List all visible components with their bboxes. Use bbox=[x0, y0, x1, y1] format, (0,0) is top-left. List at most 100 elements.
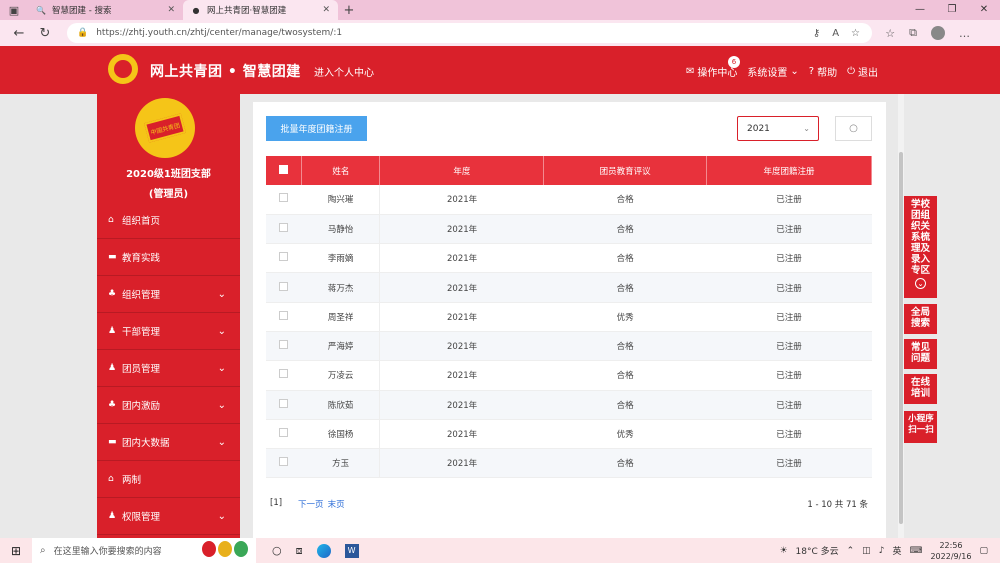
settings-menu[interactable]: 系统设置 ⌄ bbox=[747, 64, 798, 79]
cell-evaluation: 合格 bbox=[543, 243, 707, 274]
league-logo[interactable] bbox=[108, 54, 138, 84]
sidebar-item-incentive[interactable]: ♣ 团内激励 ⌄ bbox=[97, 387, 240, 424]
more-icon[interactable]: … bbox=[959, 27, 970, 40]
row-checkbox[interactable] bbox=[279, 281, 289, 291]
sidebar-item-bigdata[interactable]: ▬ 团内大数据 ⌄ bbox=[97, 424, 240, 461]
cell-year: 2021年 bbox=[379, 302, 544, 332]
ime-indicator[interactable]: 英 bbox=[892, 544, 901, 557]
float-zone-button[interactable]: 学校团组织关系梳理及录入专区 ⌄ bbox=[904, 196, 937, 298]
sidebar-item-home[interactable]: ⌂ 组织首页 bbox=[97, 202, 240, 239]
cell-registration: 已注册 bbox=[706, 390, 872, 420]
system-tray: ☀ 18°C 多云 ⌃ ◫ ♪ 英 ⌨ 22:56 2022/9/16 ▢ bbox=[779, 538, 988, 563]
tab-actions-icon[interactable]: ▣ bbox=[0, 0, 28, 20]
logout-link[interactable]: ⏻ 退出 bbox=[847, 64, 878, 79]
op-center-link[interactable]: ✉ 操作中心 6 bbox=[686, 56, 740, 79]
weather-text[interactable]: 18°C 多云 bbox=[796, 544, 839, 557]
org-role: (管理员) bbox=[148, 189, 189, 200]
collections-icon[interactable]: ⧉ bbox=[909, 26, 917, 40]
favorites-icon[interactable]: ☆ bbox=[885, 27, 895, 40]
back-icon[interactable]: ← bbox=[6, 26, 32, 41]
cell-evaluation: 合格 bbox=[543, 448, 707, 479]
notification-icon[interactable]: ▢ bbox=[979, 546, 988, 556]
url-field[interactable]: 🔒 https://zhtj.youth.cn/zhtj/center/mana… bbox=[67, 23, 872, 43]
row-checkbox[interactable] bbox=[279, 252, 289, 262]
personal-center-link[interactable]: 进入个人中心 bbox=[314, 64, 374, 79]
refresh-icon[interactable]: ↻ bbox=[32, 26, 58, 41]
last-page-link[interactable]: 末页 bbox=[328, 498, 345, 510]
col-header-registration: 年度团籍注册 bbox=[706, 156, 872, 185]
maximize-icon[interactable]: ❐ bbox=[936, 0, 968, 20]
search-button[interactable]: ○ bbox=[835, 116, 872, 141]
row-checkbox[interactable] bbox=[279, 369, 289, 379]
registration-table: 姓名 年度 团员教育评议 年度团籍注册 陶兴璀 2021年 合格 已注册 马静怡… bbox=[266, 156, 872, 479]
cell-registration: 已注册 bbox=[706, 302, 872, 332]
task-view-icon[interactable]: ⧈ bbox=[296, 544, 303, 558]
float-search-label: 全局搜索 bbox=[910, 307, 930, 329]
windows-start-icon[interactable]: ⊞ bbox=[0, 544, 32, 558]
keyboard-icon[interactable]: ⌨ bbox=[909, 546, 922, 556]
favorite-icon[interactable]: ☆ bbox=[851, 28, 860, 39]
read-aloud-icon[interactable]: A bbox=[832, 28, 839, 39]
row-checkbox[interactable] bbox=[279, 457, 289, 467]
faq-button[interactable]: 常见问题 bbox=[904, 339, 937, 369]
header-actions: ✉ 操作中心 6 系统设置 ⌄ ? 帮助 ⏻ 退出 bbox=[686, 56, 878, 79]
main-content: 批量年度团籍注册 2021 ⌄ ○ 姓名 年度 团员教育评议 年度团籍注册 陶兴… bbox=[253, 102, 886, 538]
scrollbar-thumb[interactable] bbox=[899, 152, 903, 524]
row-checkbox[interactable] bbox=[279, 398, 289, 408]
volume-icon[interactable]: ♪ bbox=[879, 546, 885, 556]
help-link[interactable]: ? 帮助 bbox=[809, 64, 837, 79]
float-zone-label: 学校团组织关系梳理及录入专区 bbox=[910, 199, 930, 276]
sidebar-item-two-systems[interactable]: ⌂ 两制 bbox=[97, 461, 240, 498]
close-icon[interactable]: ✕ bbox=[322, 5, 330, 15]
close-icon[interactable]: ✕ bbox=[167, 5, 175, 15]
close-window-icon[interactable]: ✕ bbox=[968, 0, 1000, 20]
miniapp-button[interactable]: 小程序扫一扫 bbox=[904, 411, 937, 443]
sidebar-item-org[interactable]: ♣ 组织管理 ⌄ bbox=[97, 276, 240, 313]
cell-year: 2021年 bbox=[379, 419, 544, 450]
table-row: 方玉 2021年 合格 已注册 bbox=[266, 448, 872, 479]
browser-tab-search[interactable]: 🔍 智慧团建 - 搜索 ✕ bbox=[28, 0, 183, 20]
select-all-checkbox[interactable] bbox=[279, 164, 289, 174]
cell-year: 2021年 bbox=[379, 243, 544, 274]
key-icon[interactable]: ⚷ bbox=[813, 28, 820, 39]
row-checkbox[interactable] bbox=[279, 193, 289, 203]
new-tab-button[interactable]: + bbox=[338, 3, 360, 18]
next-page-link[interactable]: 下一页 bbox=[298, 498, 324, 510]
clock[interactable]: 22:56 2022/9/16 bbox=[930, 540, 971, 562]
network-icon[interactable]: ◫ bbox=[862, 546, 871, 556]
browser-toolbar: ☆ ⧉ … bbox=[885, 20, 970, 46]
window-controls: — ❐ ✕ bbox=[904, 0, 1000, 20]
cell-registration: 已注册 bbox=[706, 448, 872, 479]
sidebar-item-education[interactable]: ▬ 教育实践 bbox=[97, 239, 240, 276]
row-checkbox[interactable] bbox=[279, 310, 289, 320]
windows-taskbar: ⊞ ⌕ 在这里输入你要搜索的内容 ○ ⧈ W ☀ 18°C 多云 ⌃ ◫ ♪ 英… bbox=[0, 538, 1000, 563]
sidebar-item-permissions[interactable]: ♟ 权限管理 ⌄ bbox=[97, 498, 240, 535]
row-checkbox[interactable] bbox=[279, 428, 289, 438]
table-body: 陶兴璀 2021年 合格 已注册 马静怡 2021年 合格 已注册 李雨嫡 20… bbox=[266, 185, 872, 479]
batch-register-button[interactable]: 批量年度团籍注册 bbox=[266, 116, 367, 141]
home-icon: ⌂ bbox=[108, 215, 114, 225]
site-header: 网上共青团 • 智慧团建 进入个人中心 ✉ 操作中心 6 系统设置 ⌄ ? 帮助… bbox=[0, 46, 1000, 94]
global-search-button[interactable]: 全局搜索 bbox=[904, 304, 937, 334]
browser-tab-active[interactable]: ● 网上共青团·智慧团建 ✕ bbox=[183, 0, 338, 20]
word-icon[interactable]: W bbox=[344, 543, 359, 558]
row-checkbox-cell bbox=[266, 185, 302, 215]
profile-avatar[interactable] bbox=[931, 26, 945, 40]
cell-name: 万凌云 bbox=[301, 360, 381, 391]
taskbar-search-placeholder: 在这里输入你要搜索的内容 bbox=[53, 547, 162, 557]
minimize-icon[interactable]: — bbox=[904, 0, 936, 20]
taskbar-search[interactable]: ⌕ 在这里输入你要搜索的内容 bbox=[32, 538, 256, 563]
row-checkbox[interactable] bbox=[279, 222, 289, 232]
training-button[interactable]: 在线培训 bbox=[904, 374, 937, 404]
tab-title: 智慧团建 - 搜索 bbox=[52, 6, 112, 16]
sidebar-item-label: 干部管理 bbox=[122, 327, 161, 338]
year-select[interactable]: 2021 ⌄ bbox=[737, 116, 819, 141]
edge-browser-icon[interactable] bbox=[316, 543, 331, 558]
settings-label: 系统设置 bbox=[747, 68, 788, 79]
sidebar-item-members[interactable]: ♟ 团员管理 ⌄ bbox=[97, 350, 240, 387]
chevron-up-icon[interactable]: ⌃ bbox=[847, 546, 855, 556]
sidebar-item-cadre[interactable]: ♟ 干部管理 ⌄ bbox=[97, 313, 240, 350]
cortana-icon[interactable]: ○ bbox=[272, 544, 282, 557]
row-checkbox[interactable] bbox=[279, 340, 289, 350]
cell-name: 陶兴璀 bbox=[301, 185, 381, 215]
